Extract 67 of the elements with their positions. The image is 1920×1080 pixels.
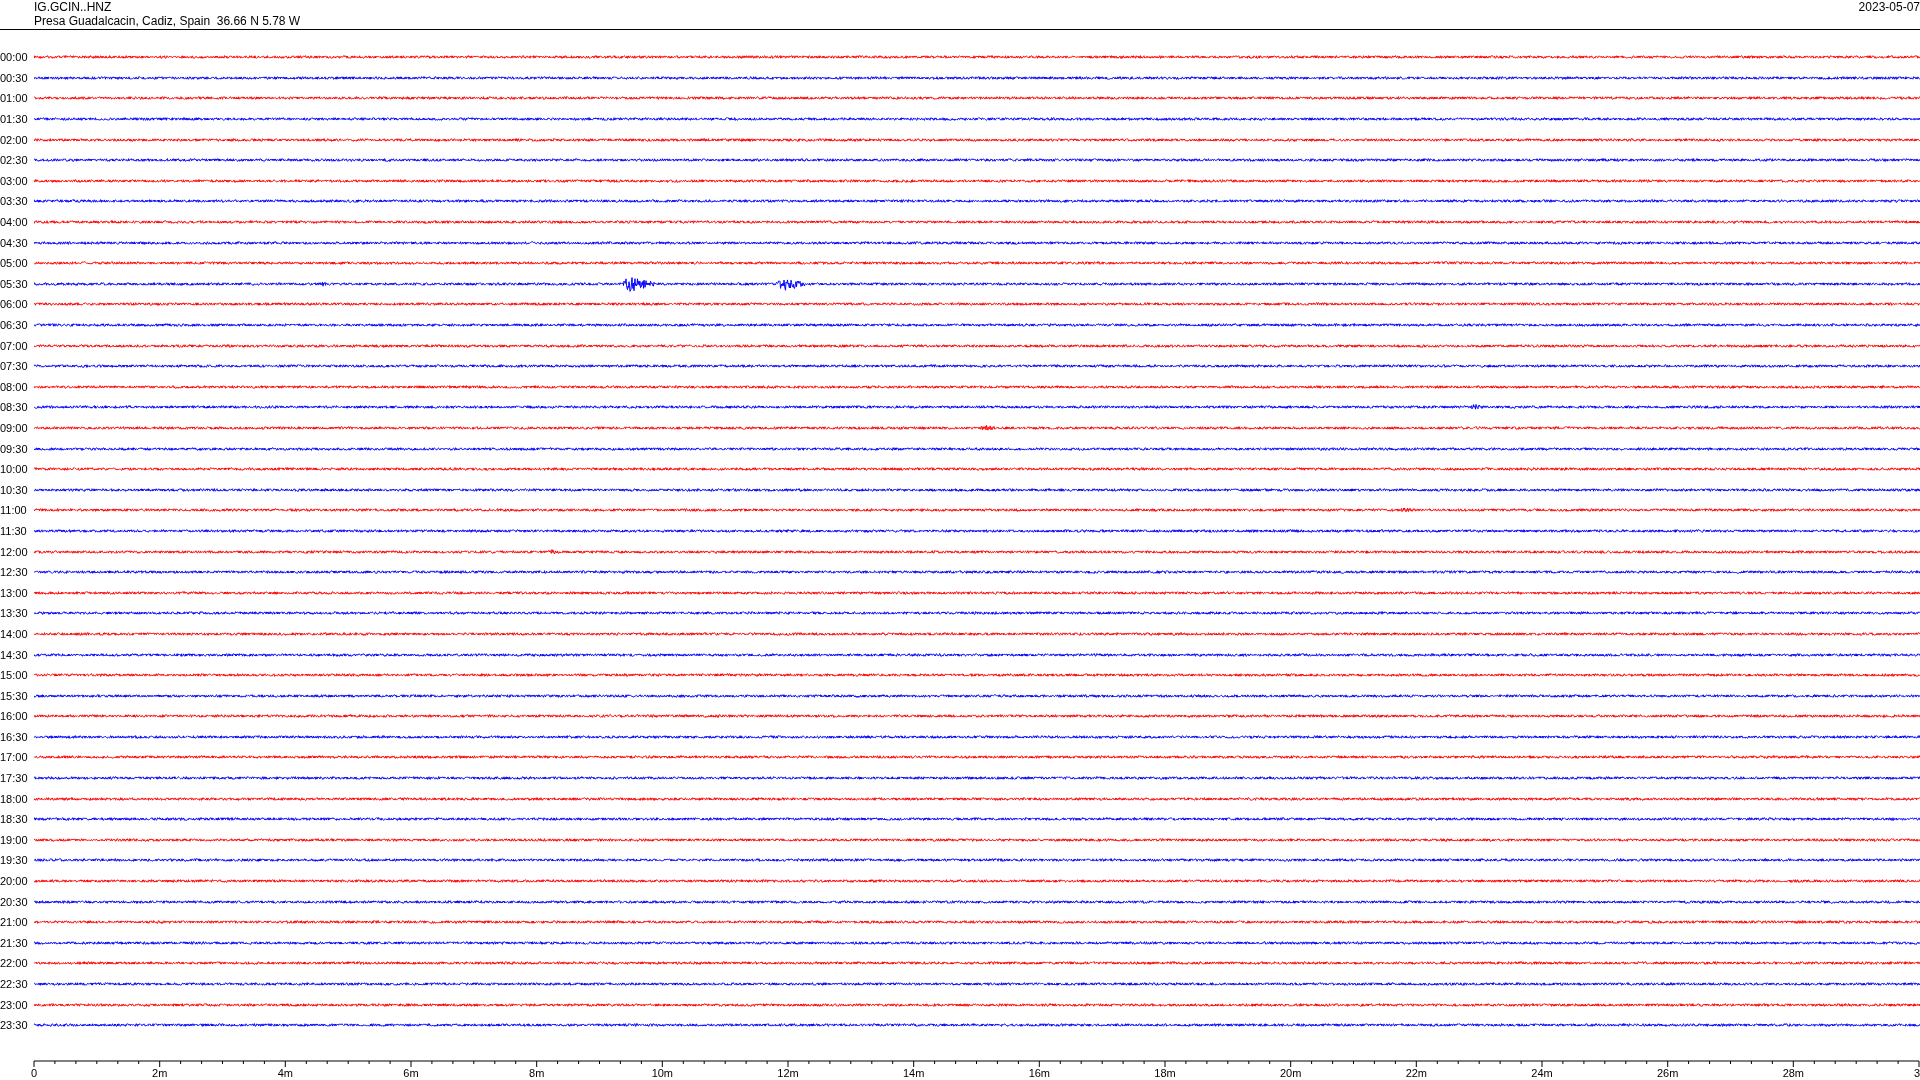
axis-label: 2m — [152, 1066, 168, 1079]
time-label: 00:00 — [0, 51, 29, 64]
axis-label: 18m — [1154, 1066, 1176, 1079]
time-label: 15:00 — [0, 669, 29, 682]
time-label: 17:30 — [0, 772, 29, 785]
time-label: 10:30 — [0, 483, 29, 496]
time-label: 22:30 — [0, 978, 29, 990]
time-label: 22:00 — [0, 957, 29, 970]
time-label: 12:00 — [0, 545, 29, 558]
axis-label: 14m — [902, 1066, 925, 1079]
axis-label: 12m — [777, 1066, 799, 1079]
axis-label: 22m — [1405, 1066, 1428, 1079]
time-label: 09:30 — [0, 442, 29, 455]
time-label: 12:30 — [0, 566, 29, 579]
time-label: 16:30 — [0, 730, 29, 743]
time-label: 06:30 — [0, 319, 29, 331]
time-label: 08:00 — [0, 380, 29, 393]
time-label: 08:30 — [0, 401, 29, 414]
time-label: 01:00 — [0, 92, 29, 105]
axis-label: 26m — [1656, 1066, 1679, 1079]
time-label: 03:00 — [0, 174, 29, 187]
time-label: 05:00 — [0, 257, 29, 270]
axis-label: 10m — [651, 1066, 674, 1079]
time-label: 19:30 — [0, 854, 29, 867]
time-label: 14:00 — [0, 627, 29, 640]
axis-label: 8m — [529, 1066, 545, 1079]
time-label: 01:30 — [0, 113, 29, 126]
time-label: 02:30 — [0, 154, 29, 167]
time-label: 18:30 — [0, 813, 29, 826]
time-label: 16:00 — [0, 710, 29, 723]
time-label: 20:30 — [0, 895, 29, 908]
axis-label: 3 — [1913, 1066, 1920, 1079]
time-label: 17:00 — [0, 751, 29, 764]
time-label: 23:00 — [0, 998, 29, 1011]
time-label: 13:30 — [0, 607, 29, 620]
time-label: 21:30 — [0, 936, 29, 949]
time-label: 07:30 — [0, 360, 29, 373]
axis-label: 20m — [1279, 1066, 1302, 1079]
time-label: 21:00 — [0, 916, 29, 929]
axis-label: 24m — [1531, 1066, 1553, 1079]
time-label: 09:00 — [0, 422, 29, 434]
time-label: 14:30 — [0, 648, 29, 661]
axis-label: 16m — [1028, 1066, 1051, 1079]
axis-label: 4m — [277, 1066, 293, 1079]
time-label: 06:00 — [0, 298, 29, 311]
time-label: 07:00 — [0, 339, 29, 352]
time-label: 20:00 — [0, 875, 29, 888]
time-label: 02:00 — [0, 133, 29, 146]
time-label: 23:30 — [0, 1019, 29, 1032]
time-label: 04:00 — [0, 216, 29, 229]
axis-label: 28m — [1782, 1066, 1805, 1079]
time-label: 11:30 — [0, 524, 28, 537]
axis-label: 6m — [403, 1066, 419, 1079]
time-label: 11:00 — [0, 504, 28, 517]
time-label: 18:00 — [0, 792, 29, 805]
time-label: 19:00 — [0, 833, 29, 846]
time-label: 03:30 — [0, 195, 29, 208]
station-code: IG.GCIN..HNZ — [34, 0, 112, 14]
time-label: 04:30 — [0, 236, 29, 249]
time-label: 15:30 — [0, 689, 29, 702]
station-location: Presa Guadalcacin, Cadiz, Spain 36.66 N 5.78 W — [34, 14, 301, 28]
axis-label: 0 — [30, 1066, 38, 1079]
time-label: 05:30 — [0, 277, 29, 290]
time-label: 00:30 — [0, 71, 29, 84]
time-label: 13:00 — [0, 586, 29, 599]
date-label: 2023-05-07 — [1858, 0, 1920, 14]
time-label: 10:00 — [0, 463, 29, 476]
